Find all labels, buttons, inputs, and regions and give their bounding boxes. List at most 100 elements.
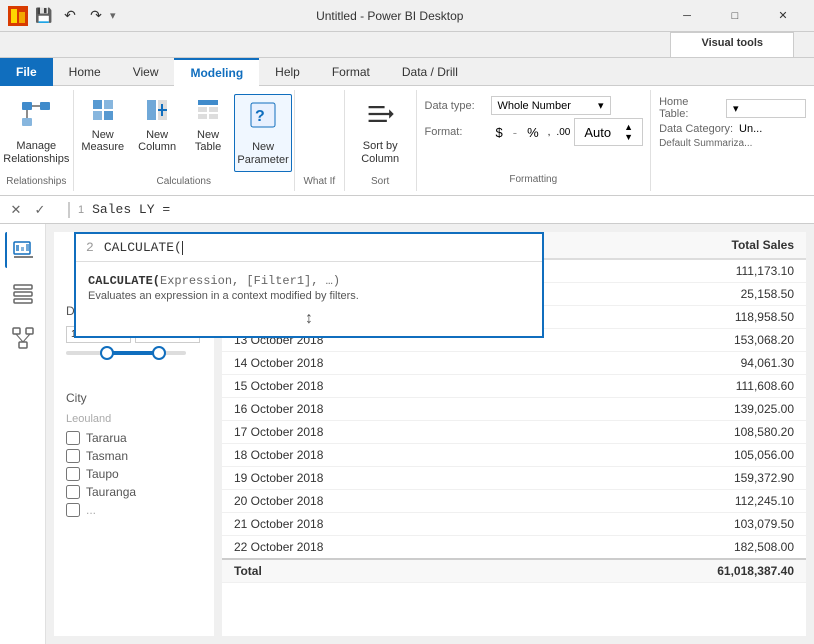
cell-date: 16 October 2018 (222, 398, 549, 421)
hometable-dropdown[interactable]: ▾ (726, 99, 806, 118)
undo-btn[interactable]: ↶ (58, 4, 82, 28)
table-row: 22 October 2018182,508.00 (222, 536, 806, 560)
save-btn[interactable]: 💾 (32, 4, 56, 28)
contextual-tabs-bar: Visual tools (0, 32, 814, 58)
col-header-sales: Total Sales (549, 232, 806, 259)
city-checkbox-tauranga[interactable] (66, 485, 80, 499)
cell-sales: 94,061.30 (549, 352, 806, 375)
cell-sales: 153,068.20 (549, 329, 806, 352)
tab-file[interactable]: File (0, 58, 53, 86)
func-args: Expression, [Filter1], …) (160, 274, 340, 288)
city-label-tasman[interactable]: Tasman (86, 449, 128, 463)
func-name: CALCULATE( (88, 274, 160, 288)
comma-btn[interactable]: , (546, 126, 553, 139)
city-checkbox-tararua[interactable] (66, 431, 80, 445)
relationships-group: Manage Relationships Relationships (0, 90, 74, 191)
cell-sales: 103,079.50 (549, 513, 806, 536)
new-measure-icon (91, 98, 115, 127)
new-table-label: NewTable (195, 129, 221, 153)
city-item-tararua: Tararua (66, 429, 202, 447)
slider-thumb-left[interactable] (100, 346, 114, 360)
cell-date: 18 October 2018 (222, 444, 549, 467)
new-parameter-btn[interactable]: ? NewParameter (234, 94, 292, 172)
new-measure-btn[interactable]: NewMeasure (75, 94, 130, 157)
tab-modeling[interactable]: Modeling (174, 58, 259, 86)
whatif-group-label: What If (303, 172, 335, 187)
city-label-tauranga[interactable]: Tauranga (86, 485, 136, 499)
minimize-btn[interactable]: ─ (664, 4, 710, 28)
autocomplete-item-calculate[interactable]: CALCULATE(Expression, [Filter1], …) Eval… (88, 270, 530, 306)
sort-by-column-btn[interactable]: Sort byColumn (351, 94, 409, 170)
redo-btn[interactable]: ↷ (84, 4, 108, 28)
city-checkbox-more[interactable] (66, 503, 80, 517)
title-bar: 💾 ↶ ↷ ▾ Untitled - Power BI Desktop ─ □ … (0, 0, 814, 32)
city-item-tauranga: Tauranga (66, 483, 202, 501)
table-row: 20 October 2018112,245.10 (222, 490, 806, 513)
tab-format[interactable]: Format (316, 58, 386, 86)
hometable-row: Home Table: ▾ (659, 96, 806, 120)
table-row: 21 October 2018103,079.50 (222, 513, 806, 536)
sidebar-icon-model[interactable] (5, 320, 41, 356)
cell-sales: 182,508.00 (549, 536, 806, 560)
ribbon-tabs: File Home View Modeling Help Format Data… (0, 58, 814, 86)
city-filter: City Leouland Tararua Tasman Taupo Taura… (66, 391, 202, 519)
format-auto-value: Auto (579, 123, 616, 142)
formula-line-1-text: Sales LY = (92, 202, 170, 217)
city-label-more[interactable]: ... (86, 503, 96, 517)
new-column-btn[interactable]: NewColumn (132, 94, 182, 157)
new-column-icon (145, 98, 169, 127)
format-row: Format: $ - % , .00 Auto ▲▼ (425, 118, 643, 146)
new-parameter-icon: ? (247, 99, 279, 139)
quick-access-toolbar: 💾 ↶ ↷ ▾ (32, 4, 116, 28)
new-table-btn[interactable]: NewTable (184, 94, 232, 157)
format-controls: $ - % , .00 Auto ▲▼ (491, 118, 644, 146)
manage-relationships-btn[interactable]: Manage Relationships (7, 94, 65, 170)
pct-btn[interactable]: % (522, 123, 544, 142)
autocomplete-list: CALCULATE(Expression, [Filter1], …) Eval… (76, 262, 542, 336)
format-auto-dropdown[interactable]: Auto ▲▼ (574, 118, 643, 146)
cell-sales: 25,158.50 (549, 283, 806, 306)
visual-tools-tab[interactable]: Visual tools (670, 32, 794, 57)
relationships-buttons: Manage Relationships (7, 94, 65, 172)
formula-cancel-btn[interactable]: ✕ (6, 200, 26, 220)
slider-thumb-right[interactable] (152, 346, 166, 360)
city-checkbox-taupo[interactable] (66, 467, 80, 481)
datatype-dropdown[interactable]: Whole Number ▾ (491, 96, 611, 115)
city-item-more: ... (66, 501, 202, 519)
close-btn[interactable]: ✕ (760, 4, 806, 28)
cursor (182, 241, 183, 255)
func-signature: CALCULATE(Expression, [Filter1], …) (88, 274, 530, 288)
home-table-section: Home Table: ▾ Data Category: Un... Defau… (651, 90, 814, 191)
tab-view[interactable]: View (117, 58, 175, 86)
table-row: 19 October 2018159,372.90 (222, 467, 806, 490)
cell-date: 15 October 2018 (222, 375, 549, 398)
hometable-value: ▾ (733, 102, 739, 115)
datatype-arrow: ▾ (598, 99, 604, 112)
autocomplete-popup: 2 CALCULATE( CALCULATE(Expression, [Filt… (74, 232, 544, 338)
city-label-tararua[interactable]: Tararua (86, 431, 127, 445)
formula-line-1-num: 1 (78, 204, 84, 216)
maximize-btn[interactable]: □ (712, 4, 758, 28)
tab-data-drill[interactable]: Data / Drill (386, 58, 474, 86)
formula-confirm-btn[interactable]: ✓ (30, 200, 50, 220)
sidebar-icon-data[interactable] (5, 276, 41, 312)
dec-btn[interactable]: .00 (554, 126, 572, 139)
sidebar-icon-report[interactable] (5, 232, 41, 268)
calculations-group: NewMeasure NewColumn (74, 90, 295, 191)
datacategory-value: Un... (739, 123, 762, 135)
dash-sep: - (510, 124, 520, 141)
data-type-section: Data type: Whole Number ▾ Format: $ - % … (417, 90, 652, 191)
cell-date: 14 October 2018 (222, 352, 549, 375)
city-checkbox-tasman[interactable] (66, 449, 80, 463)
tab-help[interactable]: Help (259, 58, 316, 86)
cell-date: 21 October 2018 (222, 513, 549, 536)
new-column-label: NewColumn (138, 129, 176, 153)
formula-line2-text[interactable]: CALCULATE( (104, 240, 182, 255)
tab-home[interactable]: Home (53, 58, 117, 86)
datacategory-row: Data Category: Un... (659, 123, 806, 135)
cell-sales: 159,372.90 (549, 467, 806, 490)
new-parameter-label: NewParameter (237, 141, 288, 167)
slider-track (66, 351, 186, 355)
city-label-taupo[interactable]: Taupo (86, 467, 119, 481)
dollar-btn[interactable]: $ (491, 123, 508, 142)
